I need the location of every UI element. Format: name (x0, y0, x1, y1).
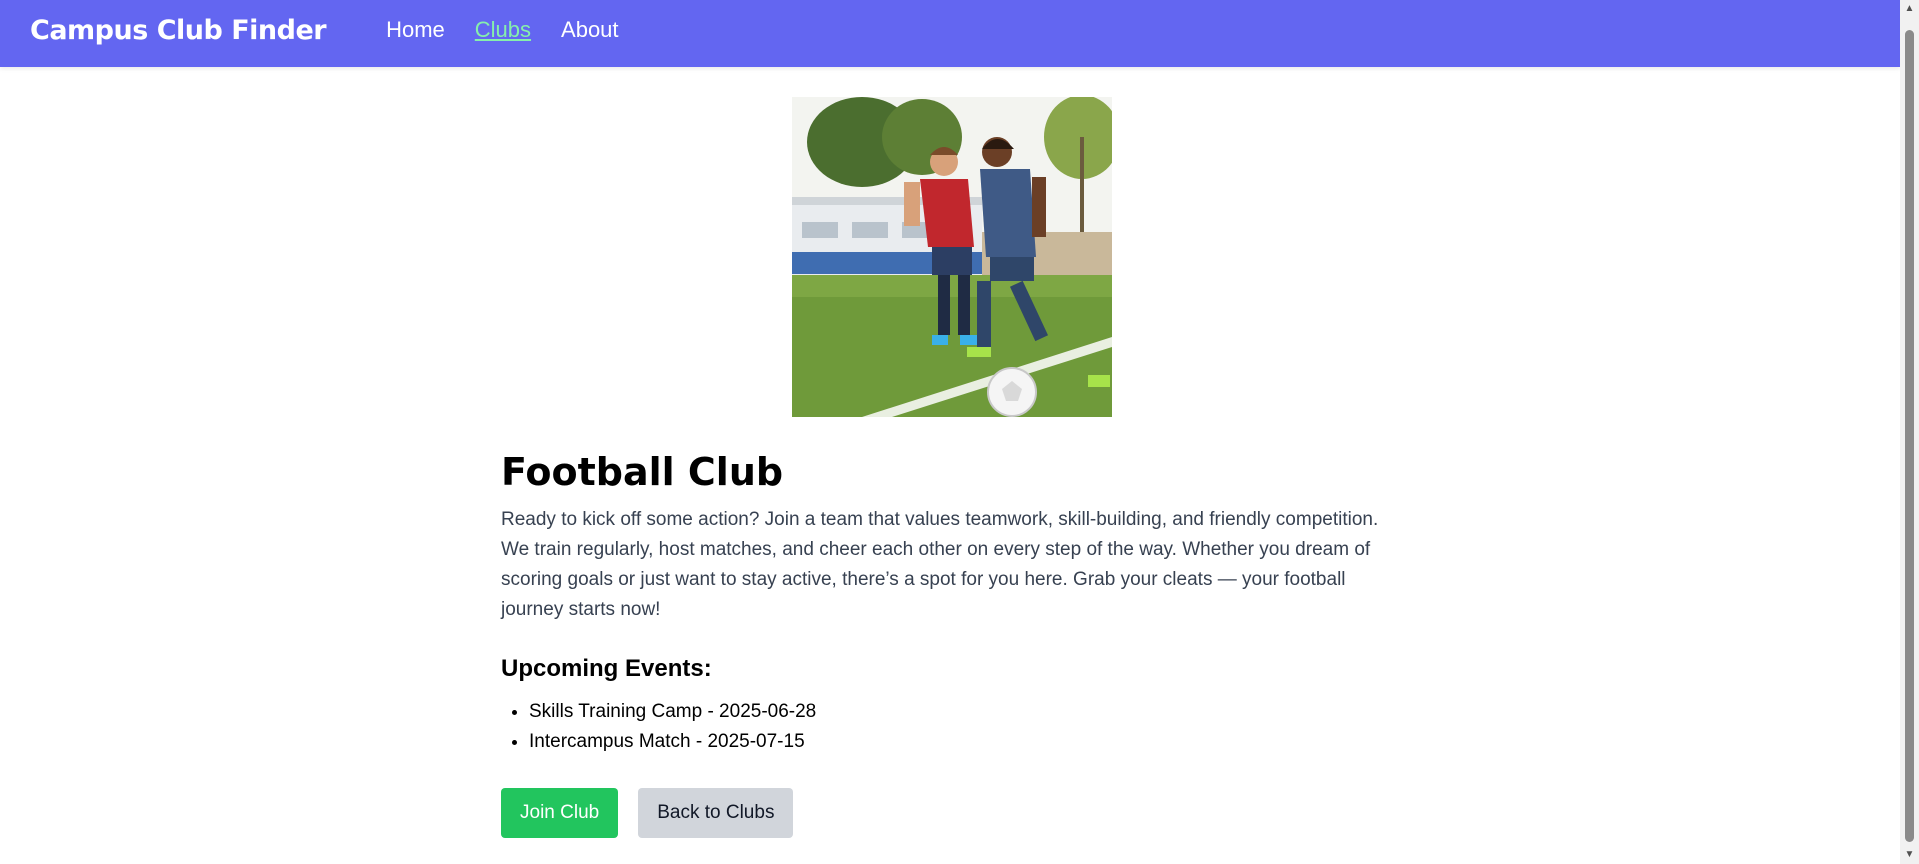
club-image (792, 97, 1112, 417)
top-navbar: Campus Club Finder Home Clubs About (0, 0, 1900, 67)
chevron-down-icon[interactable]: ▼ (1904, 850, 1915, 860)
action-buttons: Join Club Back to Clubs (501, 788, 794, 838)
club-description: Ready to kick off some action? Join a te… (501, 509, 1379, 620)
event-item: Skills Training Camp - 2025-06-28 (529, 697, 816, 727)
nav-home-link[interactable]: Home (386, 17, 445, 43)
chevron-up-icon[interactable]: ▲ (1904, 4, 1915, 14)
scrollbar-thumb[interactable] (1905, 30, 1914, 842)
club-title: Football Club (501, 450, 784, 494)
events-list: Skills Training Camp - 2025-06-28 Interc… (501, 697, 816, 757)
event-item: Intercampus Match - 2025-07-15 (529, 727, 816, 757)
nav-about-link[interactable]: About (561, 17, 619, 43)
vertical-scrollbar[interactable]: ▲ ▼ (1900, 0, 1919, 864)
back-to-clubs-button[interactable]: Back to Clubs (638, 788, 794, 838)
football-players-illustration (792, 97, 1112, 417)
nav-clubs-link[interactable]: Clubs (475, 17, 531, 43)
brand-logo[interactable]: Campus Club Finder (30, 15, 327, 46)
events-heading: Upcoming Events: (501, 655, 712, 682)
main-nav: Home Clubs About (386, 17, 648, 43)
page: Campus Club Finder Home Clubs About Foot… (0, 0, 1919, 864)
join-club-button[interactable]: Join Club (501, 788, 619, 838)
